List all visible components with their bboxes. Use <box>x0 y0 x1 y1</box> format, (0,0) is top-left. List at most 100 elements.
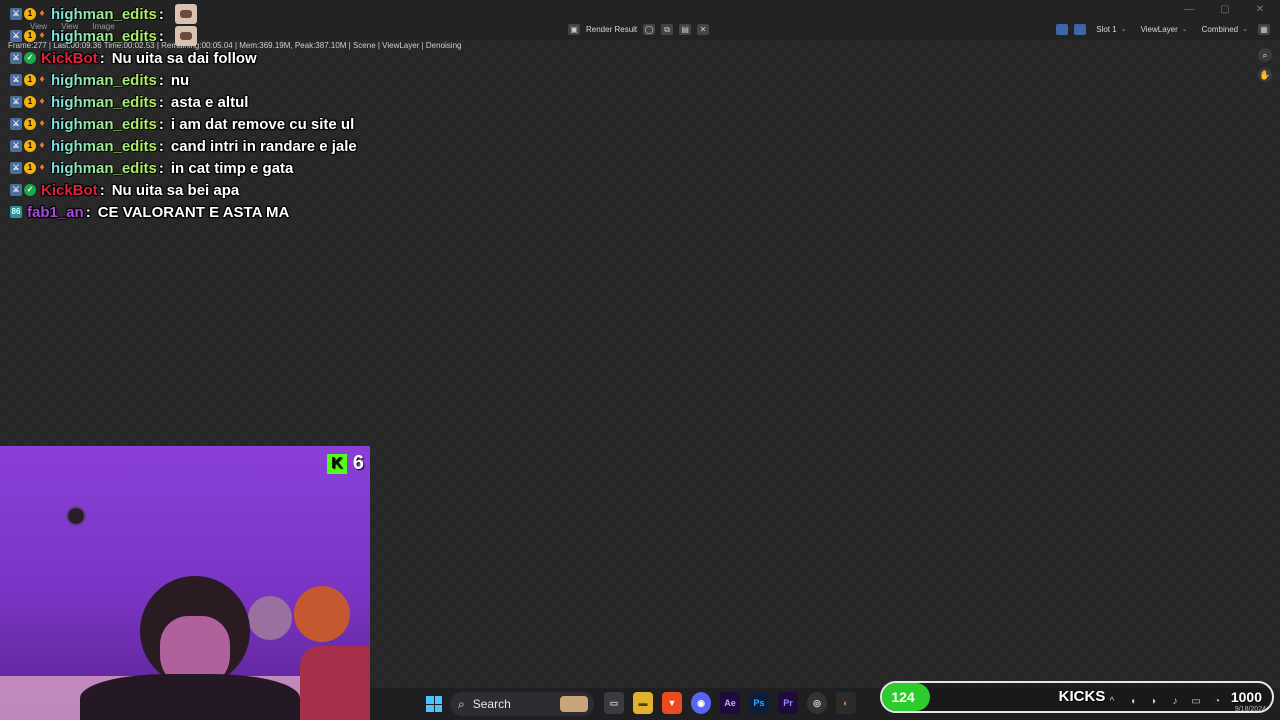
chat-text: CE VALORANT E ASTA MA <box>97 203 290 221</box>
tag-badge-icon: 86 <box>10 206 22 218</box>
chat-colon: : <box>158 115 164 133</box>
image-name[interactable]: Render Result <box>586 25 637 34</box>
chat-username[interactable]: fab1_an <box>27 204 84 221</box>
system-tray: ^ ◖ ◗ ♪ ▭ ◔ <box>1106 696 1223 707</box>
flame-badge-icon: ♦ <box>39 96 45 107</box>
pass-dropdown[interactable]: Combined ⌄ <box>1198 25 1252 34</box>
chat-message: ⚔ 1 ♦ highman_edits: asta e altul <box>10 91 430 113</box>
minimize-icon[interactable]: — <box>1184 4 1194 15</box>
sword-badge-icon: ⚔ <box>10 8 22 20</box>
gold-badge-icon: 1 <box>24 30 36 42</box>
chat-badges: ⚔ 1 ♦ <box>10 74 46 86</box>
chevron-up-icon[interactable]: ^ <box>1106 696 1118 707</box>
zoom-icon[interactable]: ⌕ <box>1258 48 1272 62</box>
display-channels-icon[interactable]: ▦ <box>1258 23 1270 35</box>
chat-username[interactable]: highman_edits <box>51 72 157 89</box>
sword-badge-icon: ⚔ <box>10 74 22 86</box>
speaker-icon[interactable]: ◖ <box>1127 696 1139 707</box>
verify-badge-icon: ✓ <box>24 184 36 196</box>
chat-colon: : <box>158 137 164 155</box>
overlay-icon[interactable] <box>1074 23 1087 35</box>
chat-message: ⚔ 1 ♦ highman_edits: <box>10 25 430 47</box>
image-selector: ▣ Render Result ◯ ⧉ ▤ ✕ <box>568 22 710 36</box>
sword-badge-icon: ⚔ <box>10 52 22 64</box>
plush-toy <box>248 596 292 640</box>
chat-username[interactable]: highman_edits <box>51 138 157 155</box>
chat-message: ⚔ 1 ♦ highman_edits: in cat timp e gata <box>10 157 430 179</box>
display-icon[interactable]: ▭ <box>1190 696 1202 707</box>
pumpkin-plush <box>294 586 350 642</box>
search-label: Search <box>472 697 511 711</box>
mic-icon[interactable]: ♪ <box>1169 696 1181 707</box>
chat-username[interactable]: highman_edits <box>51 6 157 23</box>
chat-badges: ⚔ 1 ♦ <box>10 140 46 152</box>
pass-label: Combined <box>1201 24 1239 34</box>
chat-colon: : <box>158 159 164 177</box>
close-image-icon[interactable]: ✕ <box>697 23 710 35</box>
taskbar-apps: ▭ ▬ ▼ ◉ Ae Ps Pr ◎ ◐ <box>604 692 856 714</box>
close-window-icon[interactable]: ✕ <box>1256 4 1264 15</box>
chat-username[interactable]: highman_edits <box>51 94 157 111</box>
volume-icon[interactable]: ◔ <box>1211 696 1223 707</box>
chat-badges: ⚔ ✓ <box>10 52 36 64</box>
chat-username[interactable]: highman_edits <box>51 116 157 133</box>
chat-colon: : <box>158 93 164 111</box>
chat-colon: : <box>99 181 105 199</box>
chevron-down-icon: ⌄ <box>1120 26 1127 33</box>
chat-username[interactable]: highman_edits <box>51 28 157 45</box>
chat-text: cand intri in randare e jale <box>170 137 357 155</box>
chat-username[interactable]: highman_edits <box>51 160 157 177</box>
taskbar-date: 9/18/2024 <box>1234 706 1266 713</box>
flame-badge-icon: ♦ <box>39 74 45 85</box>
ae-app-icon[interactable]: Ae <box>720 692 740 714</box>
viewer-count: 6 <box>352 452 364 474</box>
slot-dropdown[interactable]: Slot 1 ⌄ <box>1092 25 1130 34</box>
new-image-icon[interactable]: ⧉ <box>661 23 674 35</box>
window-controls: — ▢ ✕ <box>1184 4 1264 15</box>
gold-badge-icon: 1 <box>24 96 36 108</box>
chevron-down-icon: ⌄ <box>1181 26 1188 33</box>
chat-message: ⚔ 1 ♦ highman_edits: cand intri in randare e… <box>10 135 430 157</box>
ps-app-icon[interactable]: Ps <box>749 692 769 714</box>
chat-badges: 86 <box>10 206 22 218</box>
image-type-icon[interactable]: ▣ <box>568 23 580 35</box>
chat-text: nu <box>170 71 190 89</box>
obs-app-icon[interactable]: ◎ <box>807 692 827 714</box>
chat-message: ⚔ 1 ♦ highman_edits: nu <box>10 69 430 91</box>
fake-user-icon[interactable]: ◯ <box>643 23 656 35</box>
windows-start-icon[interactable] <box>426 696 442 712</box>
open-image-icon[interactable]: ▤ <box>679 23 692 35</box>
red-blanket <box>300 646 370 720</box>
verify-badge-icon: ✓ <box>24 52 36 64</box>
chat-colon: : <box>99 49 105 67</box>
brave-app-icon[interactable]: ▼ <box>662 692 682 714</box>
maximize-icon[interactable]: ▢ <box>1220 4 1229 15</box>
chat-username[interactable]: KickBot <box>41 50 98 67</box>
chat-text: asta e altul <box>170 93 249 111</box>
kicks-current: 124 <box>891 689 915 705</box>
pan-hand-icon[interactable]: ✋ <box>1258 68 1272 82</box>
gold-badge-icon: 1 <box>24 118 36 130</box>
taskbar-search[interactable]: ⌕ Search <box>450 692 594 716</box>
chat-badges: ⚔ ✓ <box>10 184 36 196</box>
sample-tool-icon[interactable] <box>1056 23 1069 35</box>
header-right-controls: Slot 1 ⌄ ViewLayer ⌄ Combined ⌄ ▦ <box>1056 22 1270 36</box>
folder-app-icon[interactable]: ▬ <box>633 692 653 714</box>
face-emote-icon <box>174 26 197 46</box>
chat-text: in cat timp e gata <box>170 159 294 177</box>
mute-icon[interactable]: ◗ <box>1148 696 1160 707</box>
pr-app-icon[interactable]: Pr <box>778 692 798 714</box>
flame-badge-icon: ♦ <box>39 140 45 151</box>
chat-username[interactable]: KickBot <box>41 182 98 199</box>
gold-badge-icon: 1 <box>24 74 36 86</box>
chat-text: i am dat remove cu site ul <box>170 115 355 133</box>
discord-app-icon[interactable]: ◉ <box>691 692 711 714</box>
files-app-icon[interactable]: ▭ <box>604 692 624 714</box>
gold-badge-icon: 1 <box>24 8 36 20</box>
blender-app-icon[interactable]: ◐ <box>836 692 856 714</box>
slot-label: Slot 1 <box>1096 24 1117 34</box>
chat-badges: ⚔ 1 ♦ <box>10 96 46 108</box>
view-layer-label: ViewLayer <box>1140 24 1178 34</box>
ceiling-light <box>66 506 86 526</box>
view-layer-dropdown[interactable]: ViewLayer ⌄ <box>1137 25 1192 34</box>
